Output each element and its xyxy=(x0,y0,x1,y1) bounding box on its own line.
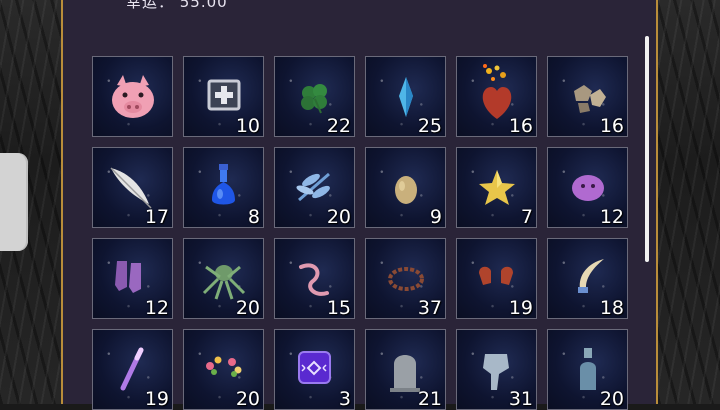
item-count: 18 xyxy=(599,297,624,319)
item-count: 20 xyxy=(326,206,351,228)
inventory-slot[interactable]: 19 xyxy=(92,329,173,410)
inventory-slot[interactable]: 15 xyxy=(274,238,355,319)
item-count: 10 xyxy=(235,115,260,137)
inventory-slot[interactable]: 20 xyxy=(183,329,264,410)
item-count: 22 xyxy=(326,115,351,137)
item-count: 25 xyxy=(417,115,442,137)
item-count: 3 xyxy=(338,388,351,410)
luck-stat: 幸运： 55.00 xyxy=(126,0,228,11)
inventory-slot[interactable]: 20 xyxy=(183,238,264,319)
inventory-slot[interactable]: 12 xyxy=(92,238,173,319)
inventory-slot[interactable]: 12 xyxy=(547,147,628,228)
item-count: 7 xyxy=(520,206,533,228)
inventory-slot[interactable]: 22 xyxy=(274,56,355,137)
rock-border-right xyxy=(658,0,720,404)
inventory-slot[interactable]: 21 xyxy=(365,329,446,410)
inventory-slot[interactable]: 37 xyxy=(365,238,446,319)
inventory-slot[interactable]: 7 xyxy=(456,147,537,228)
inventory-slot[interactable]: 9 xyxy=(365,147,446,228)
inventory-slot[interactable]: 8 xyxy=(183,147,264,228)
item-count: 17 xyxy=(144,206,169,228)
item-count: 20 xyxy=(235,388,260,410)
item-count: 16 xyxy=(599,115,624,137)
inventory-slot[interactable]: 10 xyxy=(183,56,264,137)
item-count: 19 xyxy=(508,297,533,319)
item-count: 8 xyxy=(247,206,260,228)
inventory-slot[interactable] xyxy=(92,56,173,137)
inventory-slot[interactable]: 20 xyxy=(547,329,628,410)
scrollbar[interactable] xyxy=(645,36,649,262)
item-count: 19 xyxy=(144,388,169,410)
item-count: 12 xyxy=(599,206,624,228)
inventory-slot[interactable]: 16 xyxy=(456,56,537,137)
inventory-slot[interactable]: 16 xyxy=(547,56,628,137)
inventory-slot[interactable]: 17 xyxy=(92,147,173,228)
item-count: 16 xyxy=(508,115,533,137)
item-count: 9 xyxy=(429,206,442,228)
item-count: 20 xyxy=(599,388,624,410)
item-count: 21 xyxy=(417,388,442,410)
inventory-slot[interactable]: 3 xyxy=(274,329,355,410)
inventory-slot[interactable]: 31 xyxy=(456,329,537,410)
item-count: 20 xyxy=(235,297,260,319)
item-count: 12 xyxy=(144,297,169,319)
inventory-slot[interactable]: 19 xyxy=(456,238,537,319)
inventory-slot[interactable]: 18 xyxy=(547,238,628,319)
side-drawer-tab[interactable] xyxy=(0,153,28,251)
item-count: 31 xyxy=(508,388,533,410)
inventory-slot[interactable]: 25 xyxy=(365,56,446,137)
item-count: 15 xyxy=(326,297,351,319)
item-count: 37 xyxy=(417,297,442,319)
piggy-bank-icon xyxy=(112,75,154,118)
inventory-slot[interactable]: 20 xyxy=(274,147,355,228)
